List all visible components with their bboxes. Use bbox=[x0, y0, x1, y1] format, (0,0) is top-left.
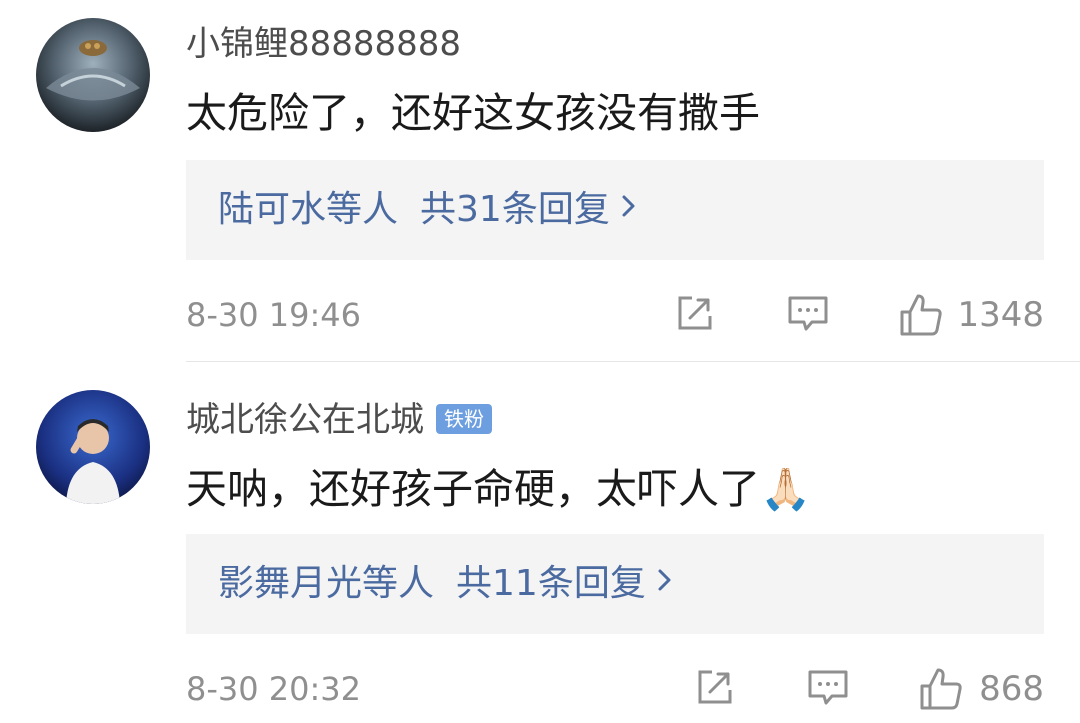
like-count: 868 bbox=[979, 669, 1044, 709]
reply-link[interactable]: 陆可水等人 共31条回复 bbox=[218, 186, 638, 234]
share-edit-icon[interactable] bbox=[694, 666, 736, 712]
comment-meta: 8-30 19:46 1348 bbox=[186, 290, 1044, 340]
reply-link[interactable]: 影舞月光等人 共11条回复 bbox=[218, 560, 674, 608]
comment-meta: 8-30 20:32 868 bbox=[186, 664, 1044, 714]
comment-text: 天呐，还好孩子命硬，太吓人了🙏🏻 bbox=[186, 465, 812, 513]
like-count: 1348 bbox=[957, 295, 1044, 335]
fan-badge: 铁粉 bbox=[436, 403, 492, 434]
comment-item: 小锦鲤88888888 太危险了，还好这女孩没有撒手 陆可水等人 共31条回复 8… bbox=[0, 0, 1080, 360]
comment-text: 太危险了，还好这女孩没有撒手 bbox=[186, 89, 760, 137]
comment-item: 城北徐公在北城 铁粉 天呐，还好孩子命硬，太吓人了🙏🏻 影舞月光等人 共11条回复 … bbox=[0, 362, 1080, 723]
username[interactable]: 城北徐公在北城 铁粉 bbox=[186, 400, 492, 440]
thumbs-up-icon[interactable] bbox=[918, 666, 964, 716]
share-edit-icon[interactable] bbox=[674, 292, 716, 338]
reply-preview[interactable]: 影舞月光等人 共11条回复 bbox=[186, 534, 1044, 634]
timestamp: 8-30 20:32 bbox=[186, 670, 362, 708]
reply-names: 影舞月光等人 bbox=[218, 563, 435, 604]
reply-count: 共31条回复 bbox=[420, 189, 610, 230]
reply-preview[interactable]: 陆可水等人 共31条回复 bbox=[186, 160, 1044, 260]
chevron-right-icon bbox=[656, 560, 674, 608]
reply-count: 共11条回复 bbox=[456, 563, 646, 604]
thumbs-up-icon[interactable] bbox=[898, 292, 944, 342]
reply-names: 陆可水等人 bbox=[218, 189, 399, 230]
timestamp: 8-30 19:46 bbox=[186, 296, 362, 334]
username-text: 城北徐公在北城 bbox=[186, 400, 424, 440]
comment-icon[interactable] bbox=[806, 666, 850, 714]
avatar[interactable] bbox=[36, 390, 150, 504]
chevron-right-icon bbox=[620, 186, 638, 234]
username[interactable]: 小锦鲤88888888 bbox=[186, 24, 461, 64]
avatar[interactable] bbox=[36, 18, 150, 132]
comment-icon[interactable] bbox=[786, 292, 830, 340]
